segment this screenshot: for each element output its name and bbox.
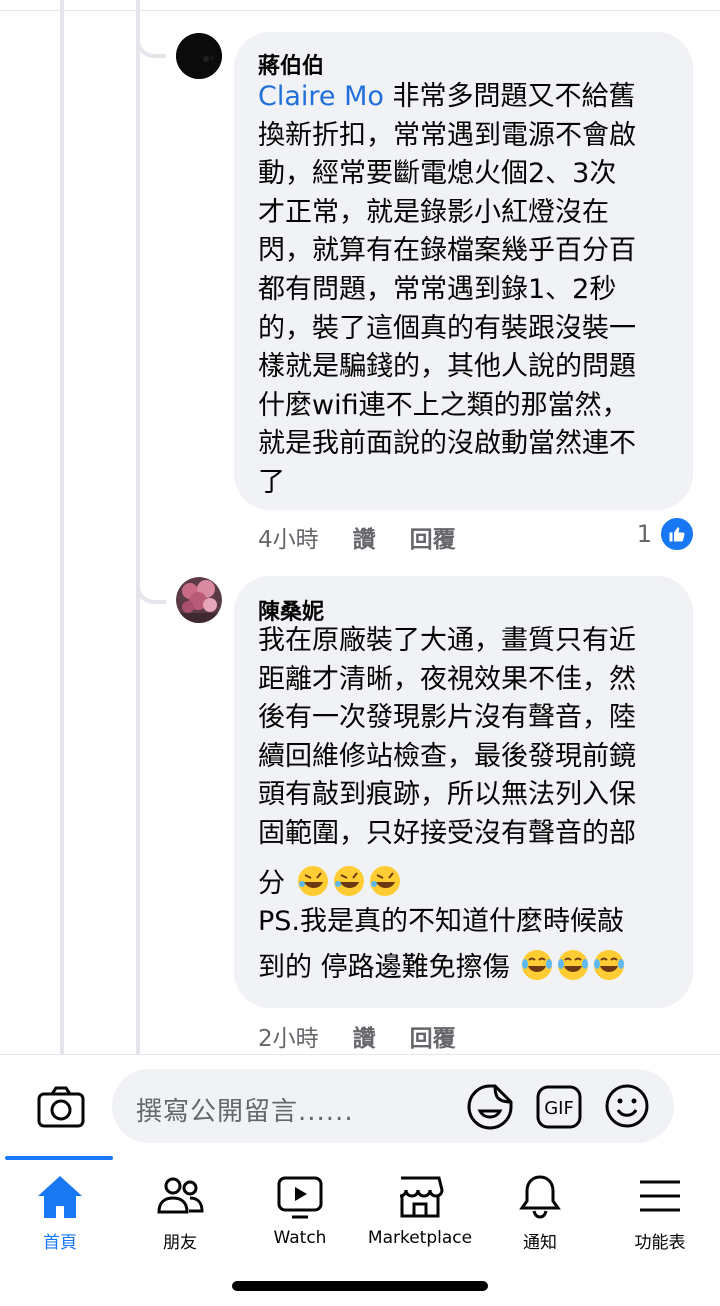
top-divider xyxy=(0,0,720,11)
comment-time[interactable]: 2小時 xyxy=(258,1019,319,1053)
avatar[interactable] xyxy=(176,33,222,79)
menu-icon xyxy=(640,1180,680,1212)
comment-time[interactable]: 4小時 xyxy=(258,520,319,554)
tab-notifications[interactable]: 通知 xyxy=(480,1174,600,1253)
mention-link[interactable]: Claire Mo xyxy=(258,81,384,112)
comment-meta: 2小時 讚 回覆 xyxy=(258,1019,490,1053)
tears-of-joy-emoji-icon xyxy=(520,948,554,982)
rofl-emoji-icon xyxy=(332,864,366,898)
friends-icon xyxy=(157,1177,204,1214)
tears-of-joy-emoji-icon xyxy=(592,948,626,982)
watch-icon xyxy=(277,1176,323,1219)
comment-author[interactable]: 蔣伯伯 xyxy=(258,48,324,80)
tab-home[interactable]: 首頁 xyxy=(0,1174,120,1253)
tab-menu[interactable]: 功能表 xyxy=(600,1174,720,1253)
comment-bubble: 陳桑妮 我在原廠裝了大通，畫質只有近 距離才清晰，夜視效果不佳，然 後有一次發現… xyxy=(234,576,693,1008)
comment-meta: 4小時 讚 回覆 xyxy=(258,520,490,554)
gif-icon[interactable]: GIF xyxy=(536,1085,582,1129)
home-icon xyxy=(38,1176,82,1218)
tab-friends[interactable]: 朋友 xyxy=(120,1174,240,1253)
reply-button[interactable]: 回覆 xyxy=(410,520,456,554)
svg-text:GIF: GIF xyxy=(544,1098,574,1119)
camera-icon[interactable] xyxy=(36,1083,86,1133)
rofl-emoji-icon xyxy=(296,864,330,898)
reaction-summary[interactable]: 1 xyxy=(637,515,696,553)
tears-of-joy-emoji-icon xyxy=(556,948,590,982)
comment-bubble: 蔣伯伯 Claire Mo 非常多問題又不給舊 換新折扣，常常遇到電源不會啟 動… xyxy=(234,32,693,510)
sticker-icon[interactable] xyxy=(466,1083,514,1131)
thread-line-outer xyxy=(60,0,64,1054)
thread-line-inner xyxy=(136,0,140,1054)
tab-watch[interactable]: Watch xyxy=(240,1174,360,1248)
reply-connector xyxy=(136,14,166,58)
reaction-count: 1 xyxy=(636,520,652,548)
comment-body: Claire Mo 非常多問題又不給舊 換新折扣，常常遇到電源不會啟 動，經常要… xyxy=(258,81,636,498)
reply-connector xyxy=(136,560,166,604)
rofl-emoji-icon xyxy=(368,864,402,898)
tab-marketplace[interactable]: Marketplace xyxy=(360,1174,480,1248)
home-indicator[interactable] xyxy=(232,1281,488,1291)
like-button[interactable]: 讚 xyxy=(353,1019,376,1053)
comment-body: 我在原廠裝了大通，畫質只有近 距離才清晰，夜視效果不佳，然 後有一次發現影片沒有… xyxy=(258,625,636,983)
like-button[interactable]: 讚 xyxy=(353,520,376,554)
like-reaction-icon xyxy=(658,515,696,553)
active-tab-indicator xyxy=(5,1156,113,1160)
marketplace-icon xyxy=(399,1176,444,1218)
reply-button[interactable]: 回覆 xyxy=(410,1019,456,1053)
emoji-icon[interactable] xyxy=(604,1083,650,1129)
comment-composer: 撰寫公開留言...... GIF xyxy=(0,1054,720,1157)
bell-icon xyxy=(519,1175,561,1219)
comment-input[interactable]: 撰寫公開留言...... GIF xyxy=(112,1069,674,1143)
avatar[interactable] xyxy=(176,577,222,623)
comment-input-placeholder: 撰寫公開留言...... xyxy=(136,1097,354,1127)
